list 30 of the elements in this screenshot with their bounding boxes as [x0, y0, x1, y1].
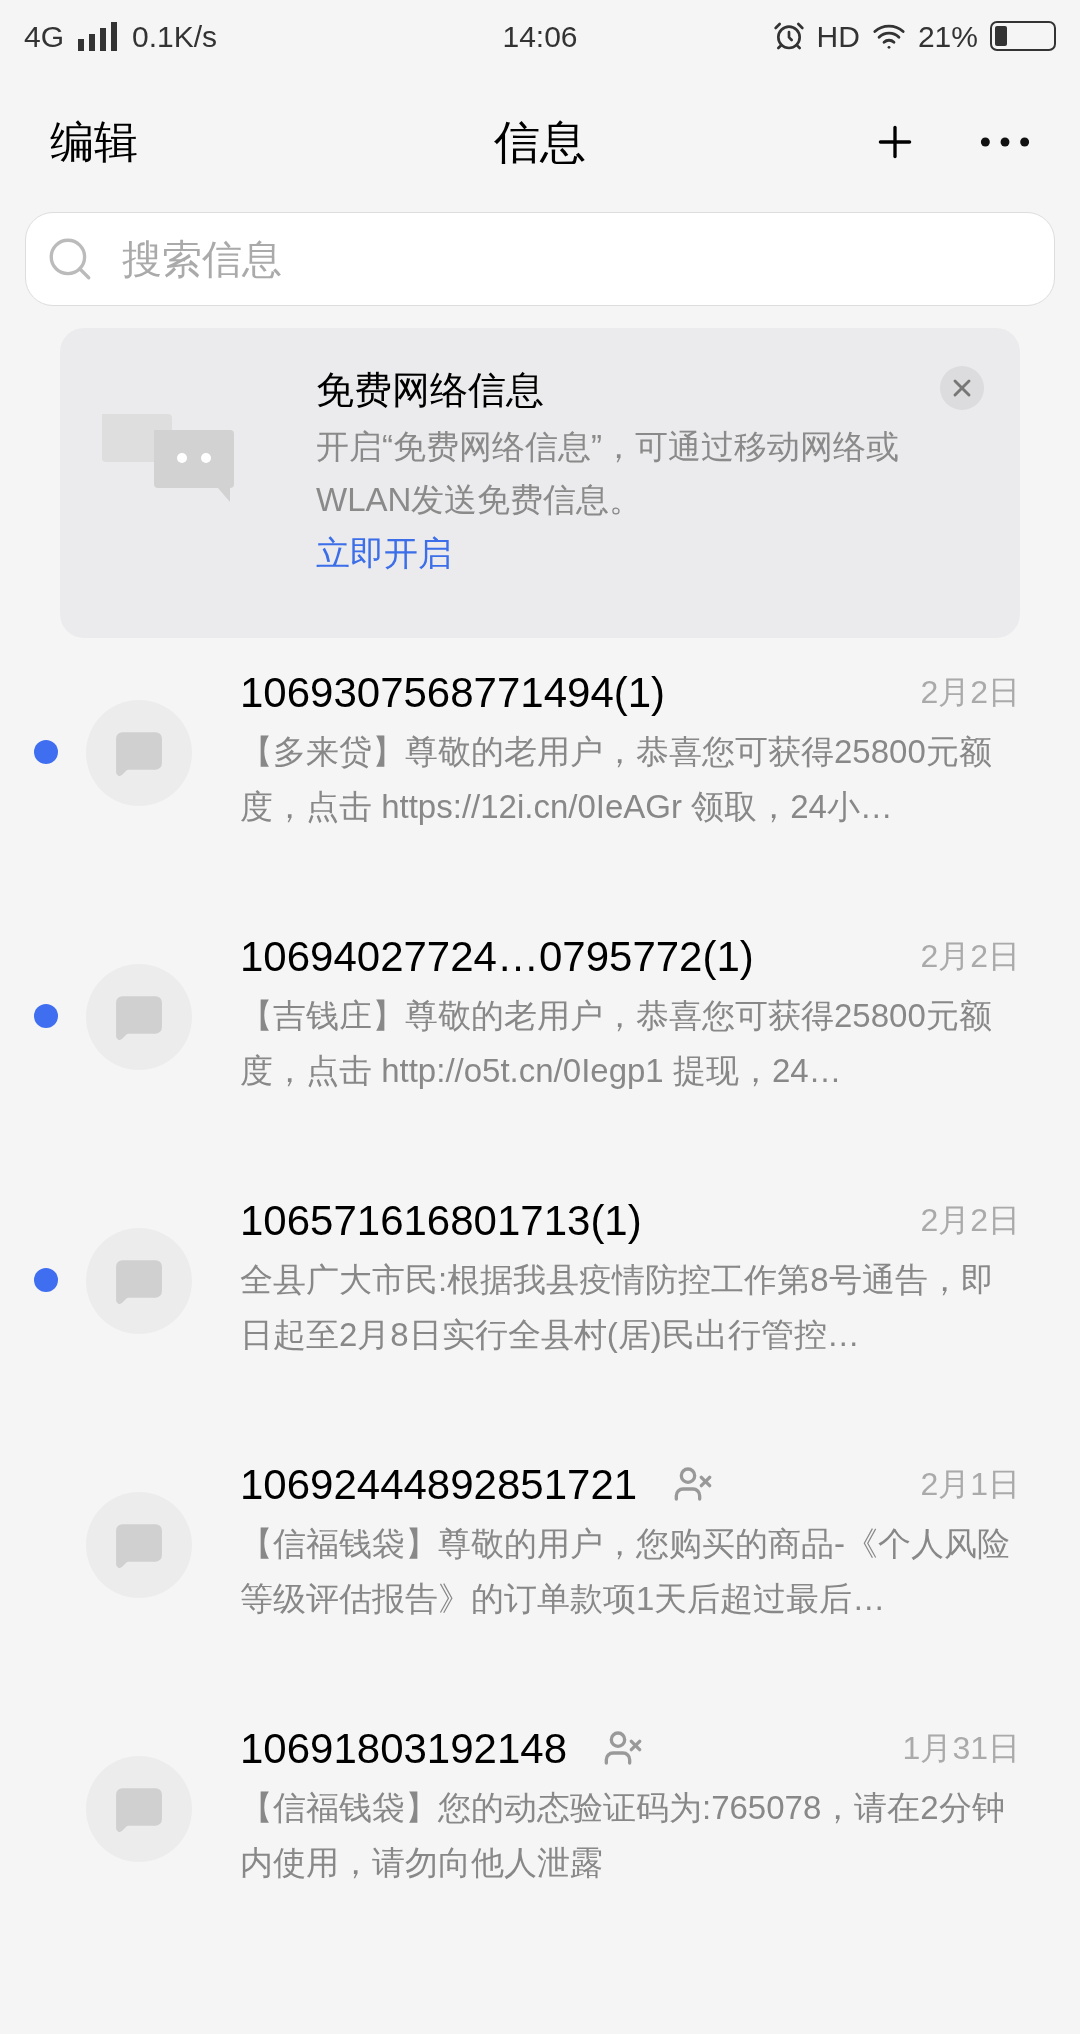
network-type: 4G [24, 18, 65, 55]
sender-number: 10694027724…0795772(1) [240, 931, 754, 982]
alarm-icon [772, 20, 805, 52]
sender-number: 10692444892851721 [240, 1459, 638, 1510]
search-field[interactable]: 搜索信息 [25, 212, 1055, 306]
message-preview: 全县广大市民:根据我县疫情防控工作第8号通告，即日起至2月8日实行全县村(居)民出行管控… [240, 1260, 995, 1355]
message-preview: 【信福钱袋】您的动态验证码为:765078，请在2分钟内使用，请勿向他人泄露 [240, 1788, 1006, 1883]
close-button[interactable] [940, 366, 984, 410]
message-date: 2月2日 [920, 1201, 1020, 1240]
message-preview: 【信福钱袋】尊敬的用户，您购买的商品-《个人风险等级评估报告》的订单款项1天后超过最后… [240, 1524, 1011, 1619]
network-speed: 0.1K/s [132, 18, 218, 55]
message-date: 2月1日 [920, 1465, 1020, 1504]
hd-label: HD [816, 18, 860, 55]
banner-title: 免费网络信息 [316, 368, 545, 412]
page-title: 信息 [494, 114, 586, 170]
sender-number: 106571616801713(1) [240, 1195, 642, 1246]
battery-icon [990, 21, 1056, 51]
message-date: 2月2日 [920, 937, 1020, 976]
enable-link[interactable]: 立即开启 [316, 528, 452, 579]
more-icon[interactable] [980, 136, 1030, 148]
message-date: 1月31日 [902, 1729, 1020, 1768]
battery-percent: 21% [917, 18, 978, 55]
banner-text: 开启“免费网络信息”，可通过移动网络或WLAN发送免费信息。 [316, 427, 900, 520]
sender-number: 10691803192148 [240, 1723, 568, 1774]
clock: 14:06 [502, 18, 578, 55]
message-preview: 【多来贷】尊敬的老用户，恭喜您可获得25800元额度，点击 https://12i.cn/0IeAGr 领取，24小… [240, 732, 993, 827]
message-preview: 【吉钱庄】尊敬的老用户，恭喜您可获得25800元额度，点击 http://o5t.cn/0Iegp1 提现，24… [240, 996, 993, 1091]
sender-number: 1069307568771494(1) [240, 667, 666, 718]
message-date: 2月2日 [920, 673, 1020, 712]
edit-button[interactable]: 编辑 [50, 109, 210, 175]
